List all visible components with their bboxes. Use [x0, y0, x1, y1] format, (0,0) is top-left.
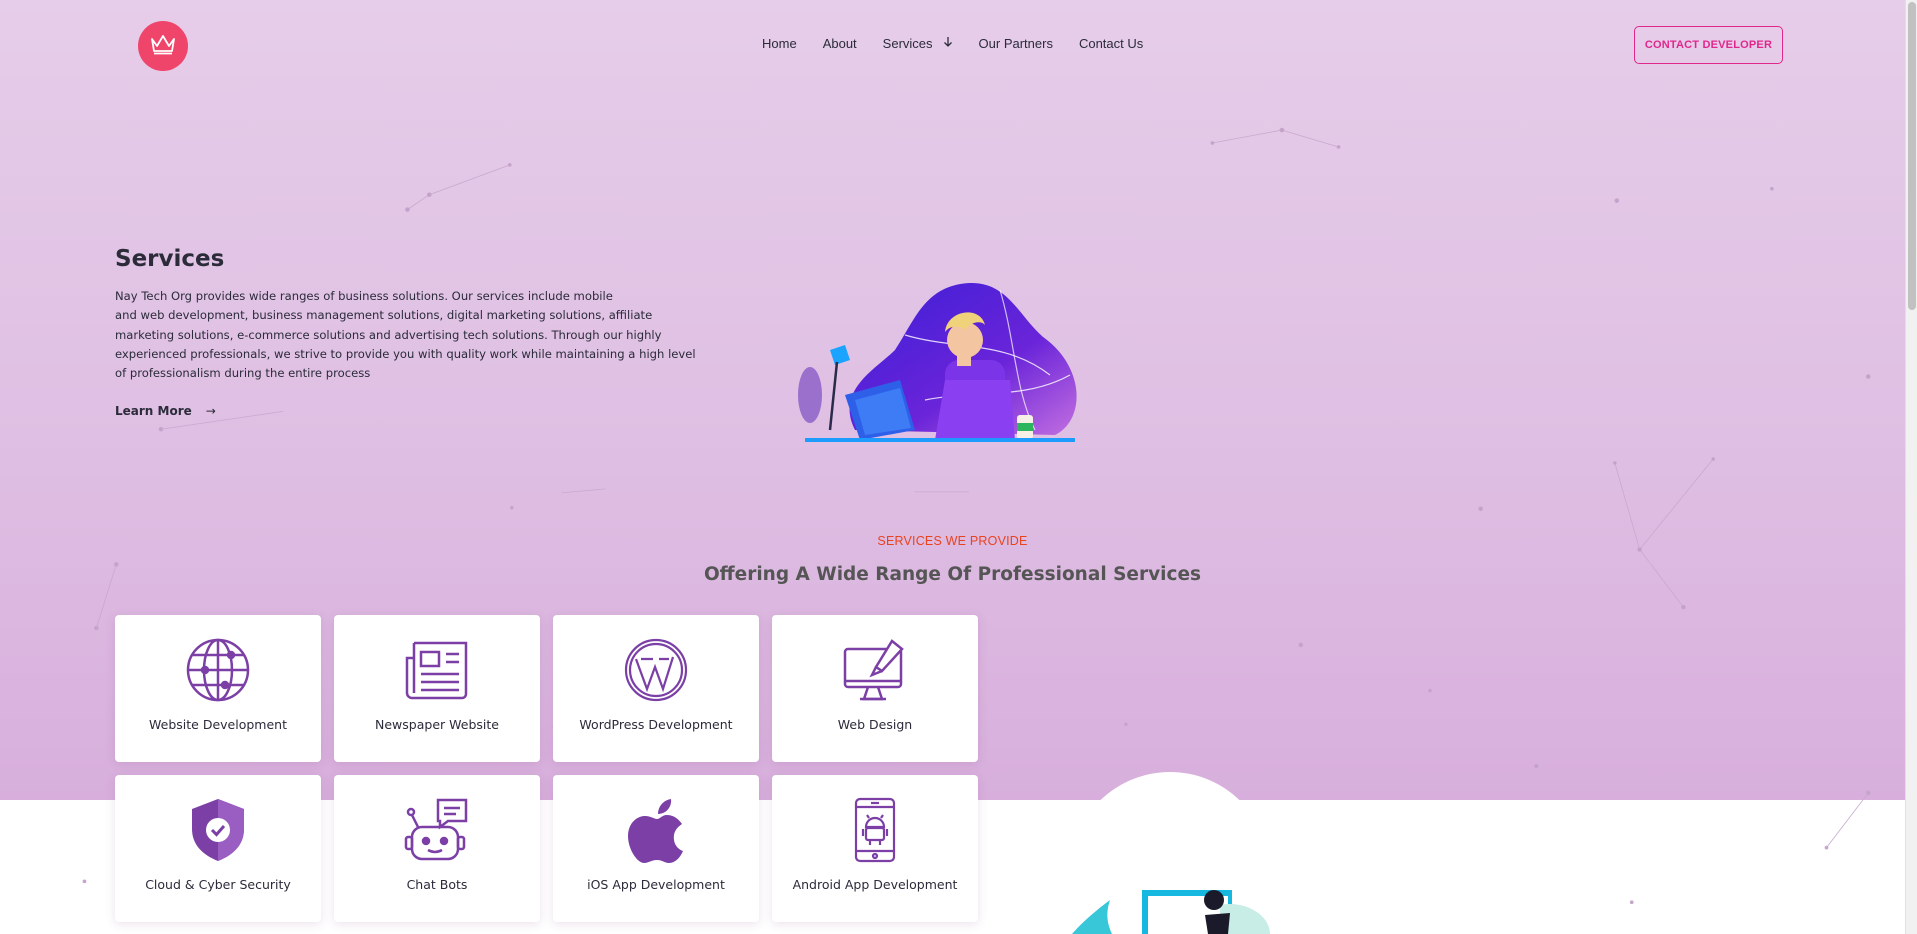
partial-illustration	[1072, 890, 1270, 934]
service-card-label: WordPress Development	[579, 717, 733, 732]
service-card-label: Newspaper Website	[375, 717, 499, 732]
scrollbar-thumb[interactable]	[1908, 2, 1916, 310]
android-phone-icon	[840, 795, 910, 865]
hero-description: Nay Tech Org provides wide ranges of bus…	[115, 287, 700, 383]
wordpress-icon	[621, 635, 691, 705]
hero-description-line: and web development, business management…	[115, 308, 653, 323]
learn-more-label: Learn More	[115, 404, 192, 418]
page-scrollbar[interactable]	[1905, 0, 1917, 934]
nav-about-label: About	[822, 36, 857, 51]
nav-contact-us[interactable]: Contact Us	[1079, 36, 1143, 51]
section-title: Offering A Wide Range Of Professional Se…	[703, 564, 1202, 585]
service-card-label: Android App Development	[792, 877, 958, 892]
hero-description-line: Nay Tech Org provides wide ranges of bus…	[115, 289, 613, 303]
nav-our-partners-label: Our Partners	[978, 36, 1053, 51]
hero-description-line: experienced professionals, we strive to …	[115, 346, 696, 361]
hero-description-line: of professionalism during the entire pro…	[115, 366, 371, 381]
service-card-label: Cloud & Cyber Security	[145, 877, 291, 892]
nav-home-label: Home	[762, 36, 797, 51]
learn-more-link[interactable]: Learn More →	[115, 404, 216, 418]
logo[interactable]	[138, 21, 188, 71]
contact-developer-button[interactable]: CONTACT DEVELOPER	[1634, 26, 1783, 64]
service-card-label: Website Development	[149, 717, 287, 732]
service-card-label: iOS App Development	[587, 877, 725, 892]
nav-contact-us-label: Contact Us	[1078, 36, 1144, 51]
crown-icon	[149, 33, 177, 59]
service-card-label: Web Design	[837, 717, 913, 732]
globe-icon	[183, 635, 253, 705]
apple-icon	[621, 795, 691, 865]
service-card-label: Chat Bots	[406, 877, 468, 892]
section-kicker: SERVICES WE PROVIDE	[877, 534, 1028, 548]
arrow-down-icon	[943, 36, 953, 51]
service-card-website-development[interactable]: Website Development	[115, 615, 321, 762]
newspaper-icon	[402, 635, 472, 705]
nav-our-partners[interactable]: Our Partners	[979, 36, 1053, 51]
developer-illustration	[798, 282, 1077, 442]
arrow-right-icon: →	[205, 404, 216, 418]
robot-chat-icon	[402, 795, 472, 865]
nav-home[interactable]: Home	[762, 36, 797, 51]
nav-about[interactable]: About	[823, 36, 857, 51]
nav-services-label: Services	[882, 36, 933, 51]
shield-check-icon	[183, 795, 253, 865]
service-card-android-app-development[interactable]: Android App Development	[772, 775, 978, 922]
monitor-brush-icon	[840, 635, 910, 705]
service-card-cloud-cyber-security[interactable]: Cloud & Cyber Security	[115, 775, 321, 922]
service-card-ios-app-development[interactable]: iOS App Development	[553, 775, 759, 922]
hero-description-line: marketing solutions, e-commerce solution…	[115, 327, 662, 342]
service-card-web-design[interactable]: Web Design	[772, 615, 978, 762]
service-card-wordpress-development[interactable]: WordPress Development	[553, 615, 759, 762]
service-card-chat-bots[interactable]: Chat Bots	[334, 775, 540, 922]
nav-services[interactable]: Services	[883, 36, 953, 51]
main-nav: Home About Services Our Partners Contact…	[762, 36, 1169, 51]
page-title: Services	[115, 246, 225, 272]
service-card-newspaper-website[interactable]: Newspaper Website	[334, 615, 540, 762]
